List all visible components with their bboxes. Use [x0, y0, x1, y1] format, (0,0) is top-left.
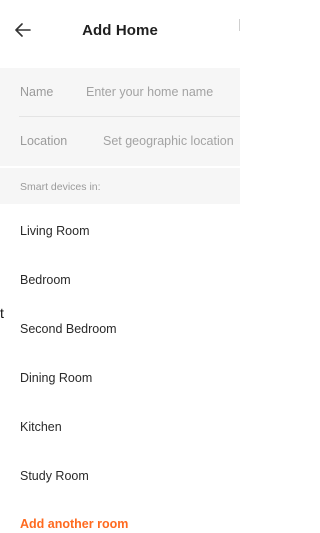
stray-text: t — [0, 305, 4, 321]
room-label: Bedroom — [20, 273, 71, 287]
location-label: Location — [20, 134, 68, 148]
room-item-kitchen[interactable]: Kitchen — [0, 404, 240, 453]
name-label: Name — [20, 85, 54, 99]
name-row: Name — [0, 68, 240, 117]
location-field[interactable]: Set geographic location — [103, 131, 240, 151]
home-form: Name Location Set geographic location — [0, 68, 240, 166]
room-item-dining-room[interactable]: Dining Room — [0, 355, 240, 404]
home-name-input[interactable] — [86, 82, 240, 102]
room-item-bedroom[interactable]: Bedroom — [0, 257, 240, 306]
location-placeholder: Set geographic location — [103, 134, 234, 148]
page-title: Add Home — [82, 22, 158, 39]
room-item-living-room[interactable]: Living Room — [0, 208, 240, 257]
add-another-room-button[interactable]: Add another room — [20, 517, 128, 531]
room-label: Kitchen — [20, 420, 62, 434]
app-header: Add Home — [0, 0, 240, 62]
room-item-study-room[interactable]: Study Room — [0, 453, 240, 502]
location-row[interactable]: Location Set geographic location — [0, 117, 240, 165]
add-home-screen: Add Home Name Location Set geographic lo… — [0, 0, 240, 533]
room-label: Living Room — [20, 224, 90, 238]
room-label: Dining Room — [20, 371, 93, 385]
rooms-section-header: Smart devices in: — [0, 168, 240, 204]
room-label: Second Bedroom — [20, 322, 117, 336]
room-label: Study Room — [20, 469, 89, 483]
room-item-second-bedroom[interactable]: Second Bedroom — [0, 306, 240, 355]
header-edge-mark — [239, 19, 240, 31]
section-title: Smart devices in: — [20, 181, 101, 193]
